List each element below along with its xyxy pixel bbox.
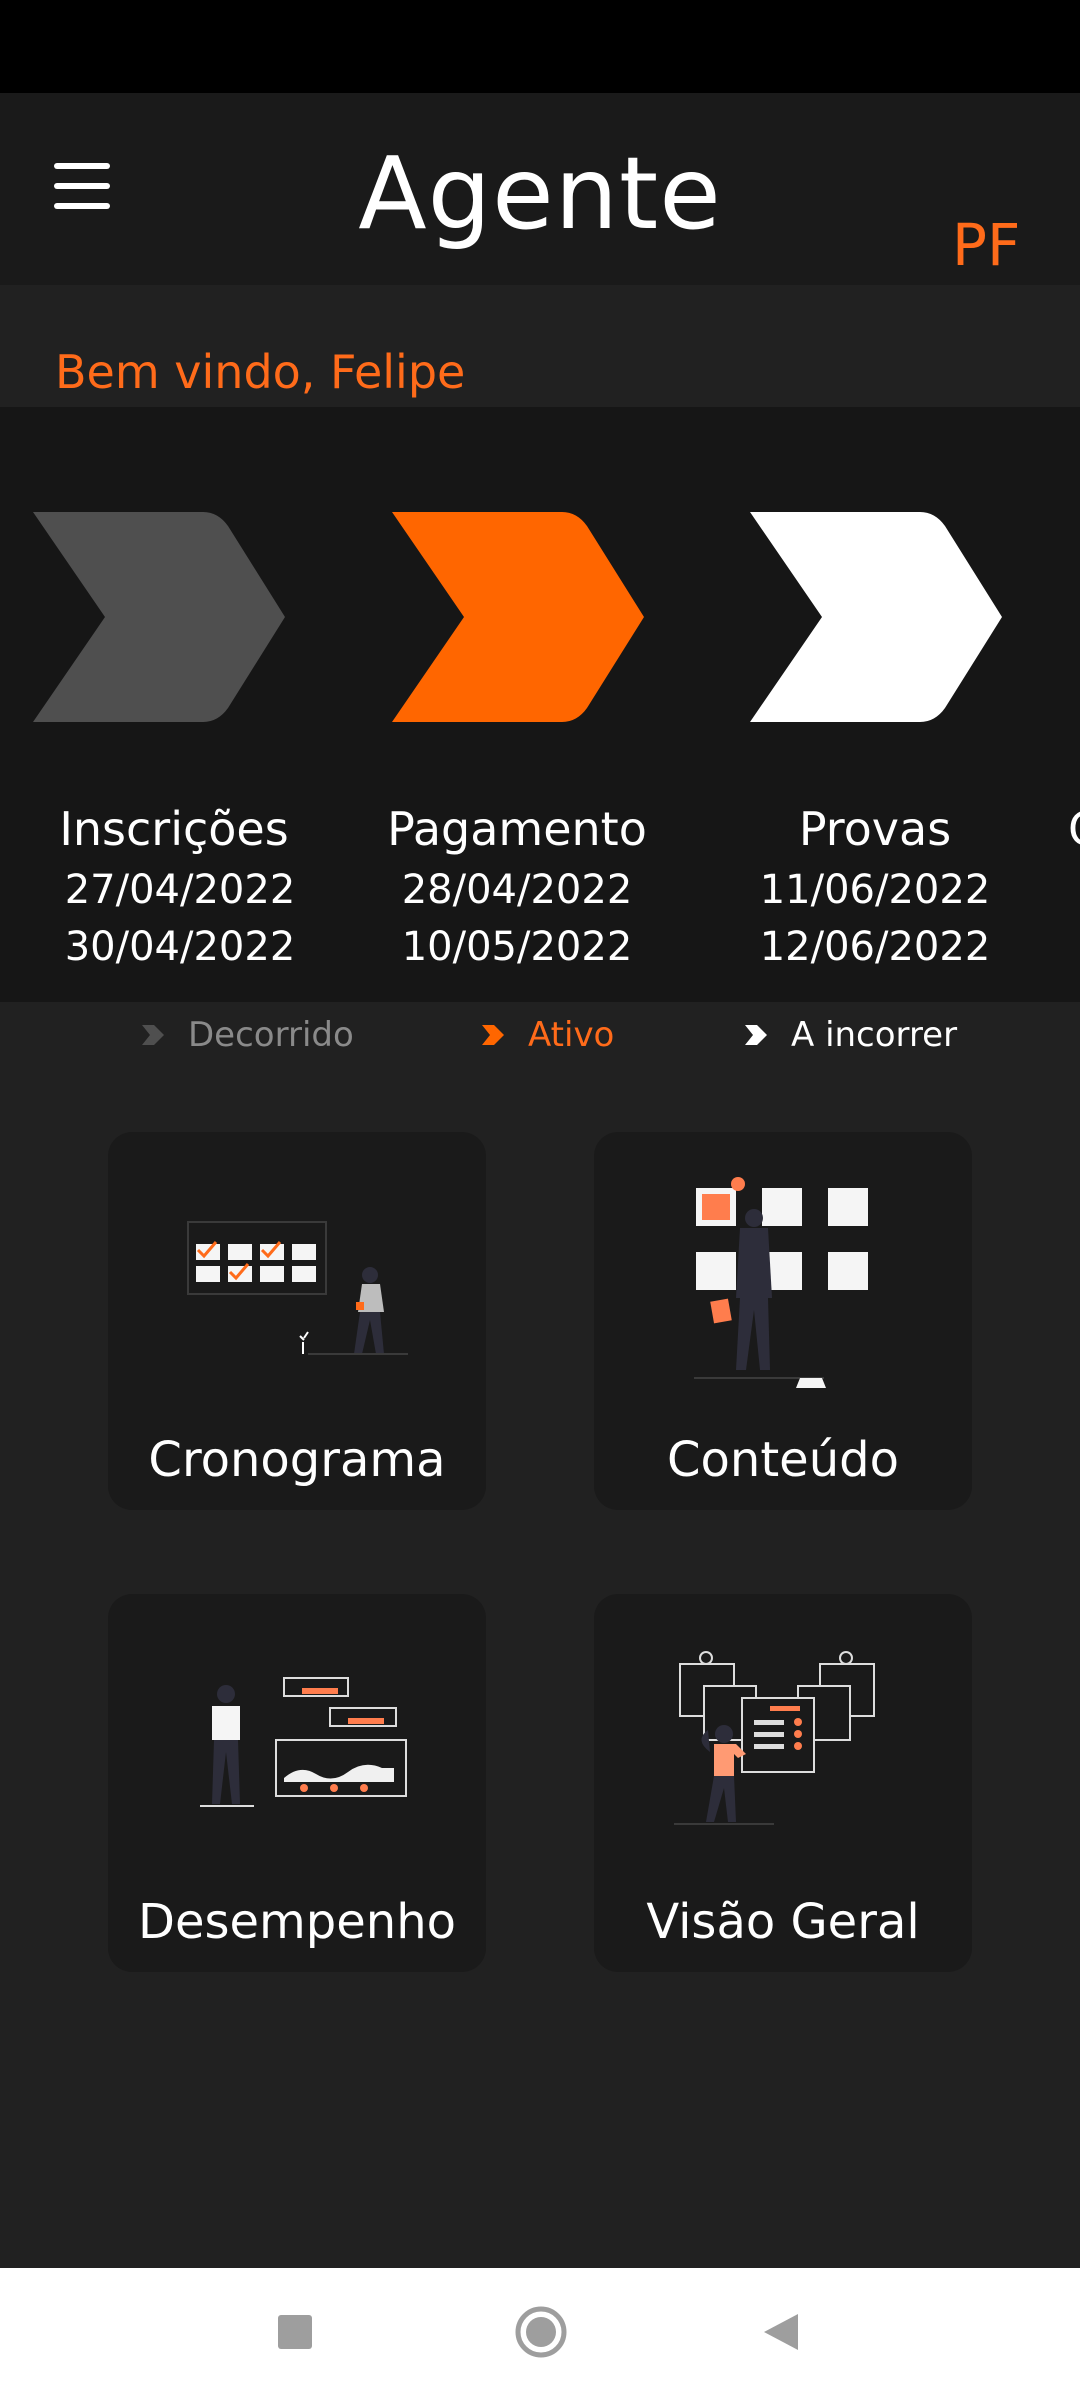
step-end-date: 12/06/2022 bbox=[759, 924, 991, 970]
card-label: Conteúdo bbox=[667, 1432, 899, 1488]
step-name: Inscrições bbox=[59, 802, 289, 856]
calendar-illustration-icon bbox=[187, 1221, 408, 1355]
legend-item-decorrido: Decorrido bbox=[142, 1005, 354, 1065]
timeline-step-next-partial[interactable]: C bbox=[1060, 407, 1080, 1002]
system-nav-bar bbox=[0, 2268, 1080, 2400]
overview-illustration-icon bbox=[674, 1651, 875, 1825]
legend-item-ativo: Ativo bbox=[482, 1005, 614, 1065]
timeline-step-provas[interactable]: Provas 11/06/2022 12/06/2022 bbox=[695, 407, 1055, 1002]
timeline-step-inscricoes[interactable]: Inscrições 27/04/2022 30/04/2022 bbox=[0, 407, 360, 1002]
card-conteudo[interactable]: Conteúdo bbox=[594, 1132, 972, 1510]
step-name: Pagamento bbox=[387, 802, 647, 856]
page-title: Agente bbox=[358, 135, 722, 252]
timeline-scroller[interactable]: Inscrições 27/04/2022 30/04/2022 Pagamen… bbox=[0, 407, 1080, 1002]
timeline-step-pagamento[interactable]: Pagamento 28/04/2022 10/05/2022 bbox=[337, 407, 697, 1002]
step-name: Provas bbox=[798, 802, 952, 856]
app-bar: Agente PF bbox=[0, 93, 1080, 285]
chevron-gray-icon bbox=[142, 1025, 164, 1045]
back-triangle-icon[interactable] bbox=[762, 2312, 800, 2357]
user-avatar-initials[interactable]: PF bbox=[952, 211, 1020, 279]
card-desempenho[interactable]: Desempenho bbox=[108, 1594, 486, 1972]
step-start-date: 27/04/2022 bbox=[64, 867, 296, 913]
card-visao-geral[interactable]: Visão Geral bbox=[594, 1594, 972, 1972]
legend-label: Ativo bbox=[528, 1015, 615, 1055]
legend-item-a-incorrer: A incorrer bbox=[745, 1005, 957, 1065]
step-end-date: 30/04/2022 bbox=[64, 924, 296, 970]
chevron-white-icon bbox=[745, 1025, 767, 1045]
performance-illustration-icon bbox=[200, 1677, 407, 1807]
legend-label: A incorrer bbox=[791, 1015, 958, 1055]
step-start-date: 11/06/2022 bbox=[759, 867, 991, 913]
recents-square-icon[interactable] bbox=[277, 2314, 313, 2355]
welcome-band: Bem vindo, Felipe bbox=[0, 285, 1080, 407]
card-label: Cronograma bbox=[148, 1432, 446, 1488]
chevron-orange-icon bbox=[392, 512, 644, 722]
chevron-white-icon bbox=[750, 512, 1002, 722]
chevron-orange-icon bbox=[482, 1025, 504, 1045]
card-cronograma[interactable]: Cronograma bbox=[108, 1132, 486, 1510]
content-illustration-icon bbox=[694, 1177, 868, 1388]
legend-label: Decorrido bbox=[188, 1015, 354, 1055]
chevron-gray-icon bbox=[33, 512, 285, 722]
card-label: Desempenho bbox=[138, 1894, 456, 1950]
status-bar bbox=[0, 0, 1080, 93]
home-circle-icon[interactable] bbox=[514, 2305, 568, 2364]
step-end-date: 10/05/2022 bbox=[401, 924, 633, 970]
card-label: Visão Geral bbox=[646, 1894, 920, 1950]
welcome-message: Bem vindo, Felipe bbox=[55, 345, 466, 399]
step-start-date: 28/04/2022 bbox=[401, 867, 633, 913]
